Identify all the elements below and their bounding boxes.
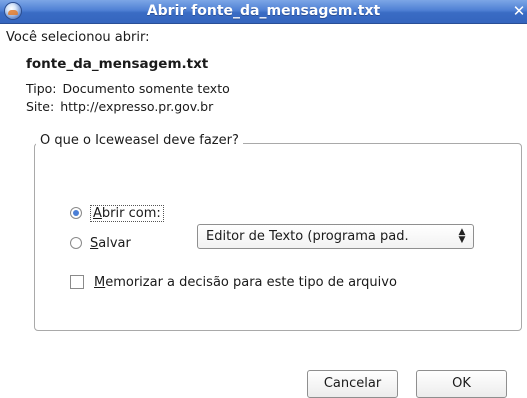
dialog-body: Você selecionou abrir: fonte_da_mensagem…	[0, 24, 527, 398]
file-type-line: Tipo: Documento somente texto	[26, 81, 230, 96]
save-dialog-window: Abrir fonte_da_mensagem.txt ✕ Você selec…	[0, 0, 527, 398]
file-type-label: Tipo:	[26, 81, 57, 96]
action-group-title: O que o Iceweasel deve fazer?	[36, 133, 243, 148]
file-site-label: Site:	[26, 99, 55, 114]
updown-arrows-icon: ▲ ▼	[458, 227, 466, 245]
ok-button[interactable]: OK	[416, 370, 507, 398]
file-site-value: http://expresso.pr.gov.br	[60, 99, 214, 114]
cancel-button[interactable]: Cancelar	[307, 370, 398, 398]
save-option[interactable]: Salvar	[70, 232, 131, 254]
remember-decision-label[interactable]: Memorizar a decisão para este tipo de ar…	[94, 275, 397, 290]
open-with-option[interactable]: Abrir com:	[70, 202, 164, 224]
intro-text: Você selecionou abrir:	[6, 30, 150, 45]
open-with-radio[interactable]	[70, 207, 82, 219]
remember-decision-checkbox[interactable]	[70, 275, 84, 289]
file-type-value: Documento somente texto	[62, 81, 230, 96]
title-bar[interactable]: Abrir fonte_da_mensagem.txt ✕	[0, 0, 527, 24]
application-select-value: Editor de Texto (programa pad.	[206, 229, 409, 244]
save-radio[interactable]	[70, 237, 82, 249]
window-title: Abrir fonte_da_mensagem.txt	[146, 3, 381, 19]
open-with-label[interactable]: Abrir com:	[90, 204, 164, 222]
application-select[interactable]: Editor de Texto (programa pad. ▲ ▼	[197, 224, 474, 249]
file-name: fonte_da_mensagem.txt	[26, 56, 209, 72]
close-icon[interactable]: ✕	[511, 3, 527, 20]
remember-decision-option[interactable]: Memorizar a decisão para este tipo de ar…	[70, 271, 397, 293]
file-site-line: Site: http://expresso.pr.gov.br	[26, 99, 213, 114]
save-label[interactable]: Salvar	[90, 236, 131, 251]
